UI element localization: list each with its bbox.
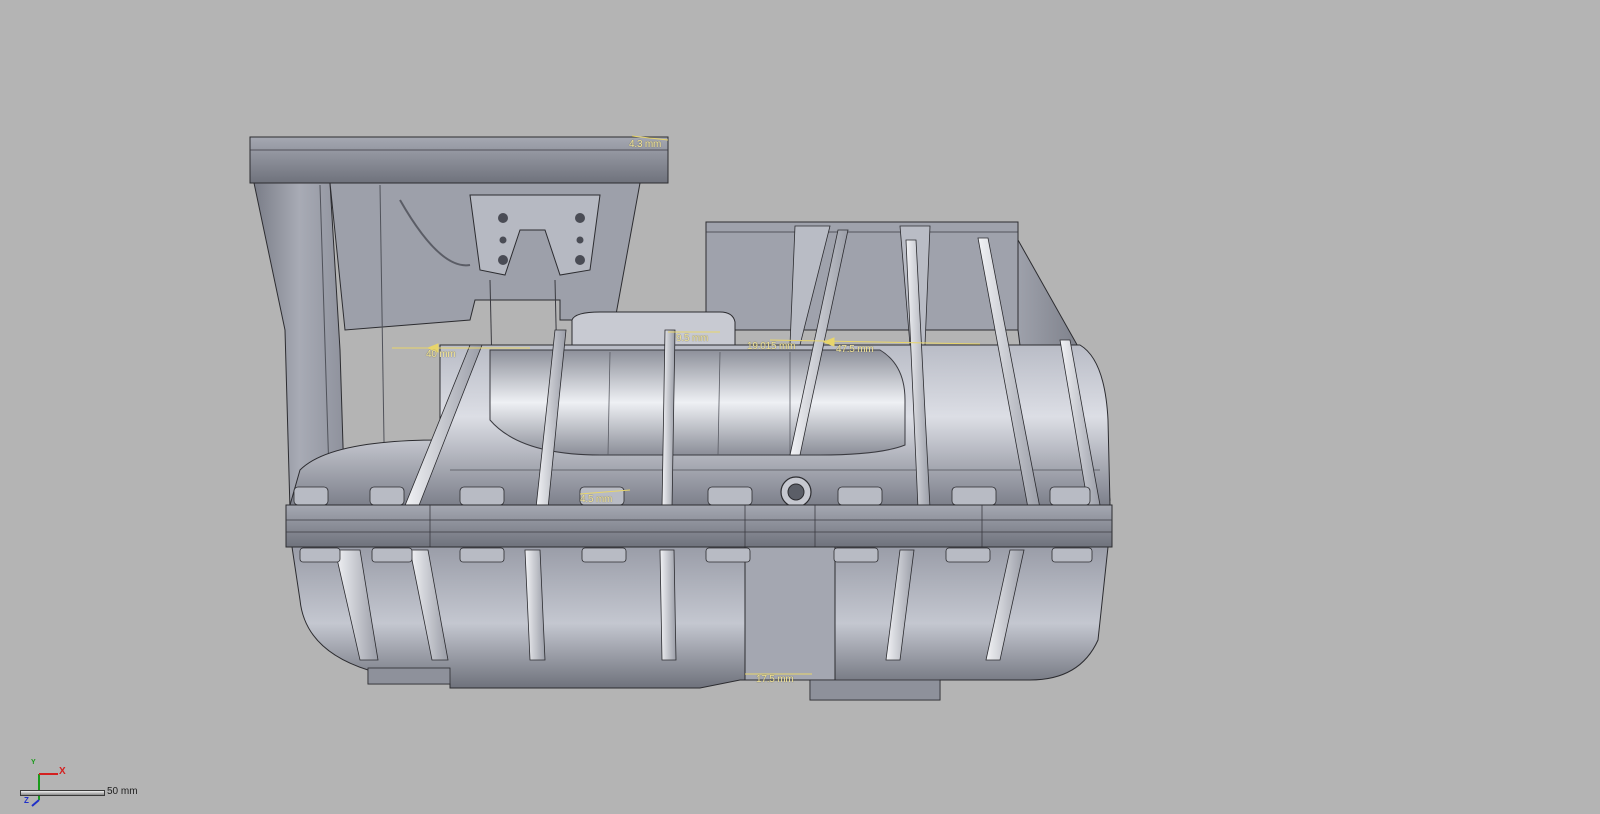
dimension-label-17-5[interactable]: 17.5 mm — [756, 674, 794, 685]
scale-label: 50 mm — [107, 786, 138, 797]
graphics-viewport[interactable]: 4.3 mm 9.5 mm 19.015 mm 47.5 mm 40 mm 4.… — [0, 0, 1600, 814]
center-boss[interactable] — [571, 311, 736, 351]
dimension-label-19-015[interactable]: 19.015 mm — [747, 341, 795, 352]
main-body-upper[interactable] — [289, 344, 1111, 508]
cad-model[interactable] — [0, 0, 1600, 814]
dimension-label-40[interactable]: 40 mm — [426, 349, 456, 360]
scale-bar — [20, 790, 105, 796]
axis-y-label: Y — [31, 759, 36, 766]
dimension-label-47-5[interactable]: 47.5 mm — [836, 344, 874, 355]
dimension-label-4-3[interactable]: 4.3 mm — [629, 139, 661, 150]
lower-housing[interactable] — [291, 546, 1109, 701]
axis-x-label: X — [59, 766, 66, 777]
axis-z-label: Z — [24, 796, 29, 805]
dimension-label-4-5[interactable]: 4.5 mm — [580, 494, 612, 505]
parting-flange[interactable] — [285, 504, 1113, 548]
dimension-label-9-5[interactable]: 9.5 mm — [676, 333, 708, 344]
coordinate-triad-icon: X Y Z — [14, 759, 66, 808]
